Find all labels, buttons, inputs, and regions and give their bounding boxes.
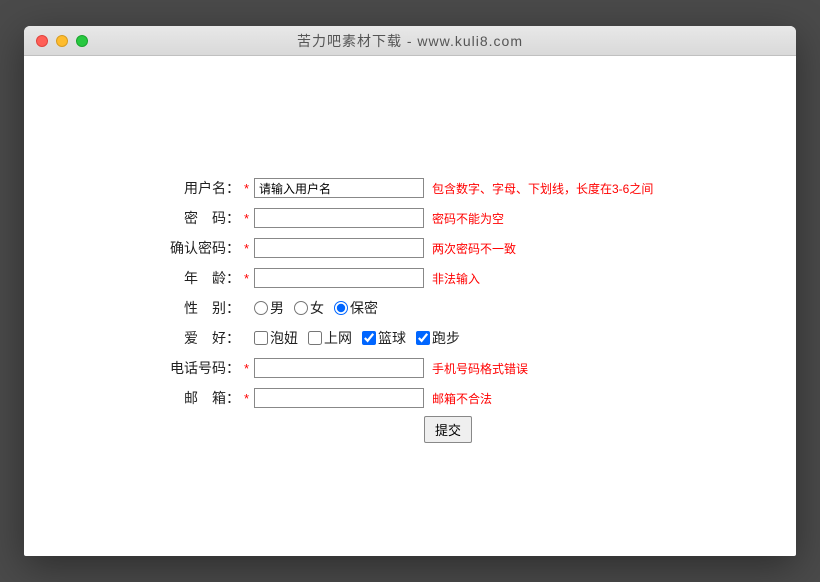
row-email: 邮 箱： * 邮箱不合法: [164, 386, 796, 410]
username-input[interactable]: [254, 178, 424, 198]
gender-male-radio[interactable]: [254, 301, 268, 315]
row-age: 年 龄： * 非法输入: [164, 266, 796, 290]
label-username: 用户名：: [164, 178, 240, 198]
required-mark: *: [244, 211, 254, 226]
hint-username: 包含数字、字母、下划线，长度在3-6之间: [432, 180, 653, 197]
hobby-a-checkbox[interactable]: [254, 331, 268, 345]
hobby-d-checkbox[interactable]: [416, 331, 430, 345]
row-username: 用户名： * 包含数字、字母、下划线，长度在3-6之间: [164, 176, 796, 200]
form-area: 用户名： * 包含数字、字母、下划线，长度在3-6之间 密 码： * 密码不能为…: [24, 56, 796, 443]
window-controls: [36, 35, 88, 47]
hobby-d-option[interactable]: 跑步: [416, 328, 460, 348]
gender-female-radio[interactable]: [294, 301, 308, 315]
required-mark: *: [244, 361, 254, 376]
hobby-b-option[interactable]: 上网: [308, 328, 352, 348]
required-mark: *: [244, 181, 254, 196]
required-mark: *: [244, 241, 254, 256]
app-window: 苦力吧素材下载 - www.kuli8.com 用户名： * 包含数字、字母、下…: [24, 26, 796, 556]
required-mark: *: [244, 271, 254, 286]
hint-password: 密码不能为空: [432, 210, 504, 227]
password-input[interactable]: [254, 208, 424, 228]
row-password: 密 码： * 密码不能为空: [164, 206, 796, 230]
hobby-b-checkbox[interactable]: [308, 331, 322, 345]
titlebar: 苦力吧素材下载 - www.kuli8.com: [24, 26, 796, 56]
label-email: 邮 箱：: [164, 388, 240, 408]
label-password: 密 码：: [164, 208, 240, 228]
confirm-password-input[interactable]: [254, 238, 424, 258]
row-hobby: 爱 好： 泡妞 上网 篮球 跑步: [164, 326, 796, 350]
gender-secret-option[interactable]: 保密: [334, 298, 378, 318]
maximize-icon[interactable]: [76, 35, 88, 47]
gender-secret-radio[interactable]: [334, 301, 348, 315]
label-gender: 性 别：: [164, 298, 240, 318]
hint-confirm: 两次密码不一致: [432, 240, 516, 257]
phone-input[interactable]: [254, 358, 424, 378]
gender-female-option[interactable]: 女: [294, 298, 324, 318]
hobby-c-option[interactable]: 篮球: [362, 328, 406, 348]
label-hobby: 爱 好：: [164, 328, 240, 348]
hobby-a-option[interactable]: 泡妞: [254, 328, 298, 348]
gender-male-option[interactable]: 男: [254, 298, 284, 318]
submit-button[interactable]: 提交: [424, 416, 472, 443]
hint-age: 非法输入: [432, 270, 480, 287]
window-title: 苦力吧素材下载 - www.kuli8.com: [24, 31, 796, 51]
label-confirm: 确认密码：: [164, 238, 240, 258]
hobby-c-checkbox[interactable]: [362, 331, 376, 345]
close-icon[interactable]: [36, 35, 48, 47]
label-phone: 电话号码：: [164, 358, 240, 378]
hint-phone: 手机号码格式错误: [432, 360, 528, 377]
row-phone: 电话号码： * 手机号码格式错误: [164, 356, 796, 380]
minimize-icon[interactable]: [56, 35, 68, 47]
age-input[interactable]: [254, 268, 424, 288]
required-mark: *: [244, 391, 254, 406]
email-input[interactable]: [254, 388, 424, 408]
row-confirm: 确认密码： * 两次密码不一致: [164, 236, 796, 260]
row-gender: 性 别： 男 女 保密: [164, 296, 796, 320]
label-age: 年 龄：: [164, 268, 240, 288]
hint-email: 邮箱不合法: [432, 390, 492, 407]
row-submit: 提交: [424, 416, 796, 443]
